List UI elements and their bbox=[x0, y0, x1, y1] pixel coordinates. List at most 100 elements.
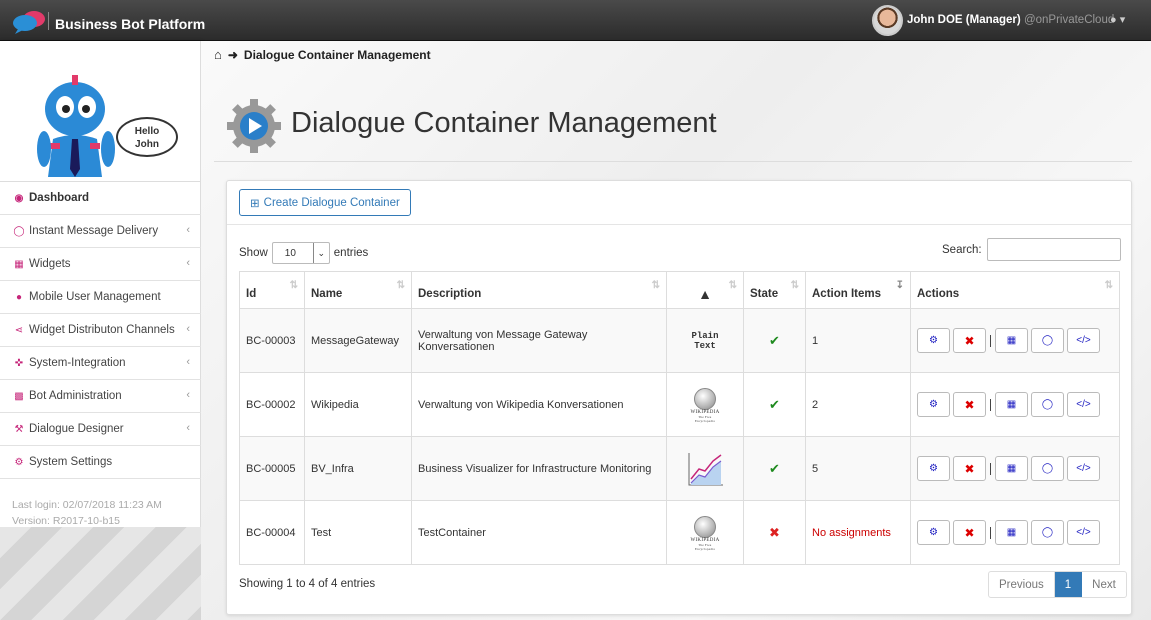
column-header-id[interactable]: Id ⇅ bbox=[239, 271, 305, 309]
chat-button[interactable]: ◯ bbox=[1031, 328, 1064, 353]
cell-description: Verwaltung von Wikipedia Konversationen bbox=[411, 372, 667, 437]
create-dialogue-container-button[interactable]: ⊞ Create Dialogue Container bbox=[239, 189, 411, 216]
search-input[interactable] bbox=[986, 238, 1121, 261]
sidebar-item-label: Widget Distributon Channels bbox=[29, 324, 175, 336]
chevron-left-icon: ‹ bbox=[186, 257, 190, 269]
code-icon: </> bbox=[1076, 399, 1091, 410]
table-row[interactable]: BC-00003 MessageGateway Verwaltung von M… bbox=[239, 308, 1120, 373]
chat-button[interactable]: ◯ bbox=[1031, 392, 1064, 417]
delete-button[interactable]: ✖ bbox=[953, 520, 986, 545]
previous-page-button[interactable]: Previous bbox=[989, 572, 1055, 597]
sidebar: Hello John ◉ Dashboard ◯ Instant Message… bbox=[0, 41, 201, 620]
table-header-row: Id ⇅ Name ⇅ Description ⇅ ▲ ⇅ State ⇅ Action … bbox=[239, 271, 1120, 309]
page-length-select[interactable]: 10 ⌄ bbox=[271, 242, 330, 264]
search-control: Search: bbox=[942, 238, 1121, 261]
chat-bubbles-logo-icon[interactable] bbox=[12, 10, 46, 34]
container-panel: ⊞ Create Dialogue Container Show 10 ⌄ en… bbox=[226, 180, 1132, 615]
cell-name: BV_Infra bbox=[304, 436, 412, 501]
cell-channel: Plain Text bbox=[666, 308, 744, 373]
close-icon: ✖ bbox=[964, 461, 975, 476]
wikipedia-logo-icon: WIKIPEDIA The Free Encyclopedia bbox=[689, 515, 721, 551]
cell-actions: ⚙ ✖ ▦ ◯ </> bbox=[910, 308, 1120, 373]
configure-button[interactable]: ⚙ bbox=[917, 456, 950, 481]
delete-button[interactable]: ✖ bbox=[953, 456, 986, 481]
chevron-left-icon: ‹ bbox=[186, 356, 190, 368]
code-button[interactable]: </> bbox=[1067, 392, 1100, 417]
users-icon: ● bbox=[15, 291, 23, 303]
sidebar-item-label: Mobile User Management bbox=[29, 291, 161, 303]
sidebar-item-system-integration[interactable]: ✜ System-Integration ‹ bbox=[0, 347, 201, 380]
delete-button[interactable]: ✖ bbox=[953, 392, 986, 417]
widgets-button[interactable]: ▦ bbox=[995, 392, 1028, 417]
configure-button[interactable]: ⚙ bbox=[917, 392, 950, 417]
dashboard-icon: ◉ bbox=[14, 192, 24, 204]
gears-icon: ⚙ bbox=[929, 335, 938, 346]
user-name[interactable]: John DOE (Manager) @onPrivateCloud bbox=[907, 14, 1114, 26]
robot-mascot-icon bbox=[37, 75, 115, 177]
column-header-actions: Actions ⇅ bbox=[910, 271, 1120, 309]
greeting-speech-bubble: Hello John bbox=[116, 117, 178, 157]
chat-button[interactable]: ◯ bbox=[1031, 456, 1064, 481]
column-label: Id bbox=[246, 288, 257, 300]
user-name-text: John DOE (Manager) bbox=[907, 14, 1021, 26]
sidebar-item-label: Dashboard bbox=[29, 192, 90, 204]
sidebar-item-widgets[interactable]: ▦ Widgets ‹ bbox=[0, 248, 201, 281]
plain-text-line1: Plain bbox=[691, 330, 719, 341]
column-header-state[interactable]: State ⇅ bbox=[743, 271, 806, 309]
sidebar-item-system-settings[interactable]: ⚙ System Settings bbox=[0, 446, 201, 479]
sidebar-item-label: Dialogue Designer bbox=[29, 423, 124, 435]
pagination: Previous 1 Next bbox=[988, 571, 1127, 598]
table-row[interactable]: BC-00004 Test TestContainer WIKIPEDIA Th… bbox=[239, 500, 1120, 565]
plain-text-line2: Text bbox=[694, 340, 716, 351]
code-button[interactable]: </> bbox=[1067, 456, 1100, 481]
column-header-action-items[interactable]: Action Items ↧ bbox=[805, 271, 911, 309]
configure-button[interactable]: ⚙ bbox=[917, 520, 950, 545]
chat-button[interactable]: ◯ bbox=[1031, 520, 1064, 545]
next-page-button[interactable]: Next bbox=[1082, 572, 1126, 597]
column-label: State bbox=[750, 288, 779, 300]
table-row[interactable]: BC-00005 BV_Infra Business Visualizer fo… bbox=[239, 436, 1120, 501]
sidebar-item-mobile-user-management[interactable]: ● Mobile User Management bbox=[0, 281, 201, 314]
brand-title[interactable]: Business Bot Platform bbox=[55, 16, 205, 32]
column-header-channel[interactable]: ▲ ⇅ bbox=[666, 271, 744, 309]
brand-separator bbox=[48, 12, 49, 30]
user-avatar[interactable] bbox=[872, 5, 903, 36]
home-icon[interactable]: ⌂ bbox=[214, 47, 222, 62]
cubes-icon: ▦ bbox=[1006, 335, 1017, 346]
sort-icon: ⇅ bbox=[651, 280, 660, 291]
title-divider bbox=[214, 161, 1132, 162]
widgets-button[interactable]: ▦ bbox=[995, 328, 1028, 353]
gears-icon: ⚙ bbox=[929, 527, 938, 538]
sidebar-item-dashboard[interactable]: ◉ Dashboard bbox=[0, 182, 201, 215]
sidebar-item-widget-distribution-channels[interactable]: ⋖ Widget Distributon Channels ‹ bbox=[0, 314, 201, 347]
cell-name: Wikipedia bbox=[304, 372, 412, 437]
cell-id: BC-00003 bbox=[239, 308, 305, 373]
code-button[interactable]: </> bbox=[1067, 520, 1100, 545]
widgets-button[interactable]: ▦ bbox=[995, 456, 1028, 481]
table-row[interactable]: BC-00002 Wikipedia Verwaltung von Wikipe… bbox=[239, 372, 1120, 437]
sidebar-item-label: Bot Administration bbox=[29, 390, 122, 402]
delete-button[interactable]: ✖ bbox=[953, 328, 986, 353]
state-inactive-icon: ✖ bbox=[743, 500, 806, 565]
panel-header: ⊞ Create Dialogue Container bbox=[227, 181, 1131, 225]
user-menu-icon[interactable]: ● ▾ bbox=[1110, 13, 1125, 26]
column-header-description[interactable]: Description ⇅ bbox=[411, 271, 667, 309]
state-active-icon: ✔ bbox=[743, 308, 806, 373]
cell-name: Test bbox=[304, 500, 412, 565]
wikipedia-globe bbox=[694, 387, 716, 410]
greeting-hello: Hello bbox=[134, 126, 160, 137]
column-header-name[interactable]: Name ⇅ bbox=[304, 271, 412, 309]
sidebar-item-instant-message-delivery[interactable]: ◯ Instant Message Delivery ‹ bbox=[0, 215, 201, 248]
user-org: @onPrivateCloud bbox=[1023, 14, 1115, 26]
widgets-button[interactable]: ▦ bbox=[995, 520, 1028, 545]
sidebar-item-bot-administration[interactable]: ▩ Bot Administration ‹ bbox=[0, 380, 201, 413]
close-icon: ✖ bbox=[964, 333, 975, 348]
gears-icon: ⚙ bbox=[929, 463, 938, 474]
sitemap-icon: ▩ bbox=[14, 390, 24, 402]
current-page-button[interactable]: 1 bbox=[1054, 572, 1083, 597]
configure-button[interactable]: ⚙ bbox=[917, 328, 950, 353]
entries-label: entries bbox=[333, 247, 369, 259]
code-button[interactable]: </> bbox=[1067, 328, 1100, 353]
code-icon: </> bbox=[1076, 527, 1091, 538]
sidebar-item-dialogue-designer[interactable]: ⚒ Dialogue Designer ‹ bbox=[0, 413, 201, 446]
